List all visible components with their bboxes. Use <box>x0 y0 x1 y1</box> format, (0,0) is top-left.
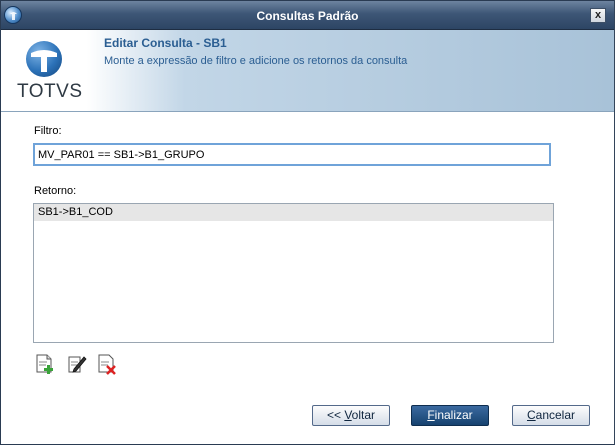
back-button-prefix: << <box>326 408 345 422</box>
finish-button-mnemonic: F <box>427 408 435 422</box>
logo-t-mark-icon <box>31 50 57 72</box>
cancel-button-mnemonic: C <box>526 408 536 422</box>
logo-text: TOTVS <box>17 81 83 102</box>
close-button[interactable]: x <box>590 8 606 23</box>
cancel-button-label: ancelar <box>535 408 576 422</box>
retorno-list[interactable]: SB1->B1_COD <box>33 203 554 343</box>
dialog-header: TOTVS Editar Consulta - SB1 Monte a expr… <box>1 30 614 112</box>
document-add-icon <box>36 354 53 374</box>
finish-button[interactable]: Finalizar <box>411 405 489 426</box>
dialog-window: Consultas Padrão x TOTVS Editar Consulta… <box>0 0 615 445</box>
back-button-label: oltar <box>351 408 376 422</box>
document-delete-icon <box>98 354 116 375</box>
cancel-button[interactable]: Cancelar <box>512 405 590 426</box>
delete-return-button[interactable] <box>96 353 118 375</box>
retorno-label: Retorno: <box>34 185 77 197</box>
document-edit-icon <box>68 356 87 373</box>
title-bar[interactable]: Consultas Padrão x <box>1 1 614 30</box>
back-button[interactable]: << Voltar <box>312 405 390 426</box>
dialog-subheading: Monte a expressão de filtro e adicione o… <box>104 55 408 67</box>
back-button-mnemonic: V <box>344 408 352 422</box>
dialog-heading: Editar Consulta - SB1 <box>104 36 227 50</box>
dialog-body: Filtro: Retorno: SB1->B1_COD <box>1 113 614 444</box>
retorno-list-item[interactable]: SB1->B1_COD <box>34 204 553 221</box>
finish-button-label: inalizar <box>434 408 473 422</box>
filtro-label: Filtro: <box>34 125 62 137</box>
edit-return-button[interactable] <box>66 353 88 375</box>
add-return-button[interactable] <box>34 353 56 375</box>
totvs-logo: TOTVS <box>15 40 82 106</box>
window-title: Consultas Padrão <box>256 9 359 23</box>
filtro-input[interactable] <box>33 143 551 166</box>
